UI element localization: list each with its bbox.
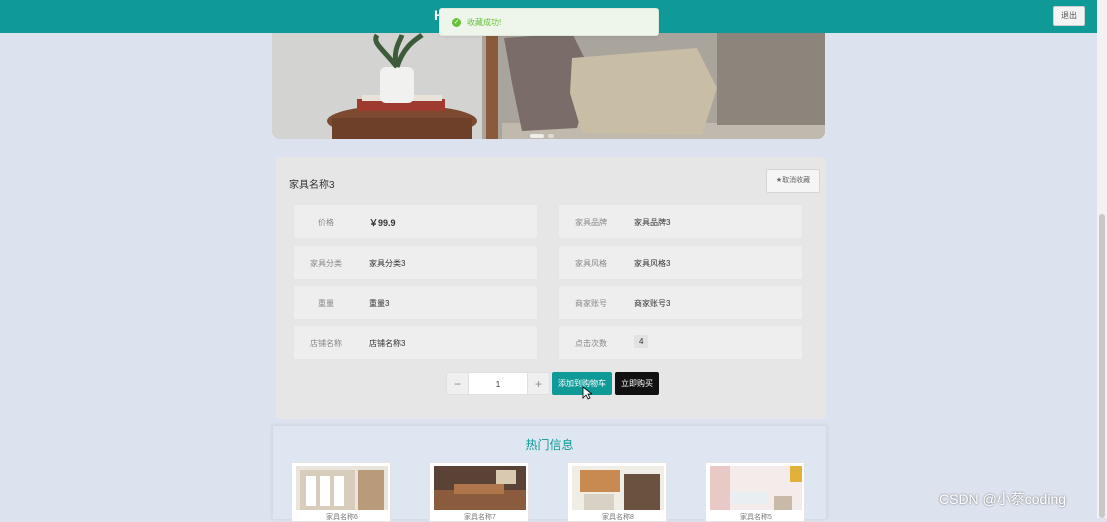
product-banner-carousel[interactable] — [272, 33, 825, 139]
logout-button[interactable]: 退出 — [1053, 6, 1085, 26]
field-label: 家具风格 — [575, 259, 607, 268]
toast-message: 收藏成功! — [467, 18, 502, 27]
field-value: 家具品牌3 — [634, 218, 671, 227]
hot-item-card[interactable]: 家具名称8 — [567, 462, 667, 522]
product-title: 家具名称3 — [289, 180, 335, 191]
field-shop-name: 店铺名称 店铺名称3 — [294, 326, 537, 359]
field-value: 重量3 — [369, 299, 390, 308]
hot-item-caption: 家具名称5 — [740, 514, 772, 521]
field-value: ￥99.9 — [369, 218, 396, 228]
field-label: 店铺名称 — [310, 339, 342, 348]
field-label: 重量 — [318, 299, 334, 308]
hot-item-card[interactable]: 家具名称7 — [429, 462, 529, 522]
field-value: 家具风格3 — [634, 259, 671, 268]
hot-item-card[interactable]: 家具名称5 — [705, 462, 805, 522]
quantity-input[interactable]: 1 — [469, 372, 527, 395]
field-label: 价格 — [318, 218, 334, 227]
product-thumbnail — [710, 466, 802, 510]
product-detail-panel: 家具名称3 ★取消收藏 价格 ￥99.9 家具品牌 家具品牌3 家具分类 家具分… — [276, 157, 826, 419]
field-brand: 家具品牌 家具品牌3 — [559, 205, 802, 238]
hot-info-section: 热门信息 家具名称6 家具名称7 家具名称8 家具名称5 — [272, 425, 827, 522]
field-label: 家具分类 — [310, 259, 342, 268]
hot-item-card[interactable]: 家具名称6 — [291, 462, 391, 522]
watermark-text: CSDN @小蔡coding — [939, 491, 1067, 507]
carousel-dot[interactable] — [548, 134, 554, 138]
product-thumbnail — [434, 466, 526, 510]
carousel-dot-active[interactable] — [530, 134, 544, 138]
product-thumbnail — [572, 466, 664, 510]
product-thumbnail — [296, 466, 388, 510]
hot-item-caption: 家具名称6 — [326, 514, 358, 521]
field-weight: 重量 重量3 — [294, 286, 537, 319]
section-title: 热门信息 — [525, 438, 574, 452]
mouse-cursor-icon — [582, 386, 592, 400]
field-click-count: 点击次数 4 — [559, 326, 802, 359]
field-label: 家具品牌 — [575, 218, 607, 227]
field-merchant-account: 商家账号 商家账号3 — [559, 286, 802, 319]
hot-item-caption: 家具名称7 — [464, 514, 496, 521]
field-value: 商家账号3 — [634, 299, 671, 308]
banner-image — [272, 33, 825, 139]
hot-item-caption: 家具名称8 — [602, 514, 634, 521]
field-style: 家具风格 家具风格3 — [559, 246, 802, 279]
quantity-stepper: − 1 + — [446, 372, 550, 395]
field-value: 店铺名称3 — [369, 339, 406, 348]
decrease-quantity-button[interactable]: − — [446, 372, 469, 395]
increase-quantity-button[interactable]: + — [527, 372, 550, 395]
field-category: 家具分类 家具分类3 — [294, 246, 537, 279]
success-toast: ✓ 收藏成功! — [439, 8, 659, 36]
buy-now-button[interactable]: 立即购买 — [615, 372, 659, 395]
cancel-favorite-button[interactable]: ★取消收藏 — [766, 169, 820, 193]
field-value: 家具分类3 — [369, 259, 406, 268]
field-label: 商家账号 — [575, 299, 607, 308]
scrollbar-thumb[interactable] — [1099, 214, 1105, 518]
carousel-indicators[interactable] — [530, 125, 558, 139]
field-price: 价格 ￥99.9 — [294, 205, 537, 238]
click-count-badge: 4 — [634, 335, 649, 348]
field-label: 点击次数 — [575, 339, 607, 348]
check-circle-icon: ✓ — [452, 18, 461, 27]
